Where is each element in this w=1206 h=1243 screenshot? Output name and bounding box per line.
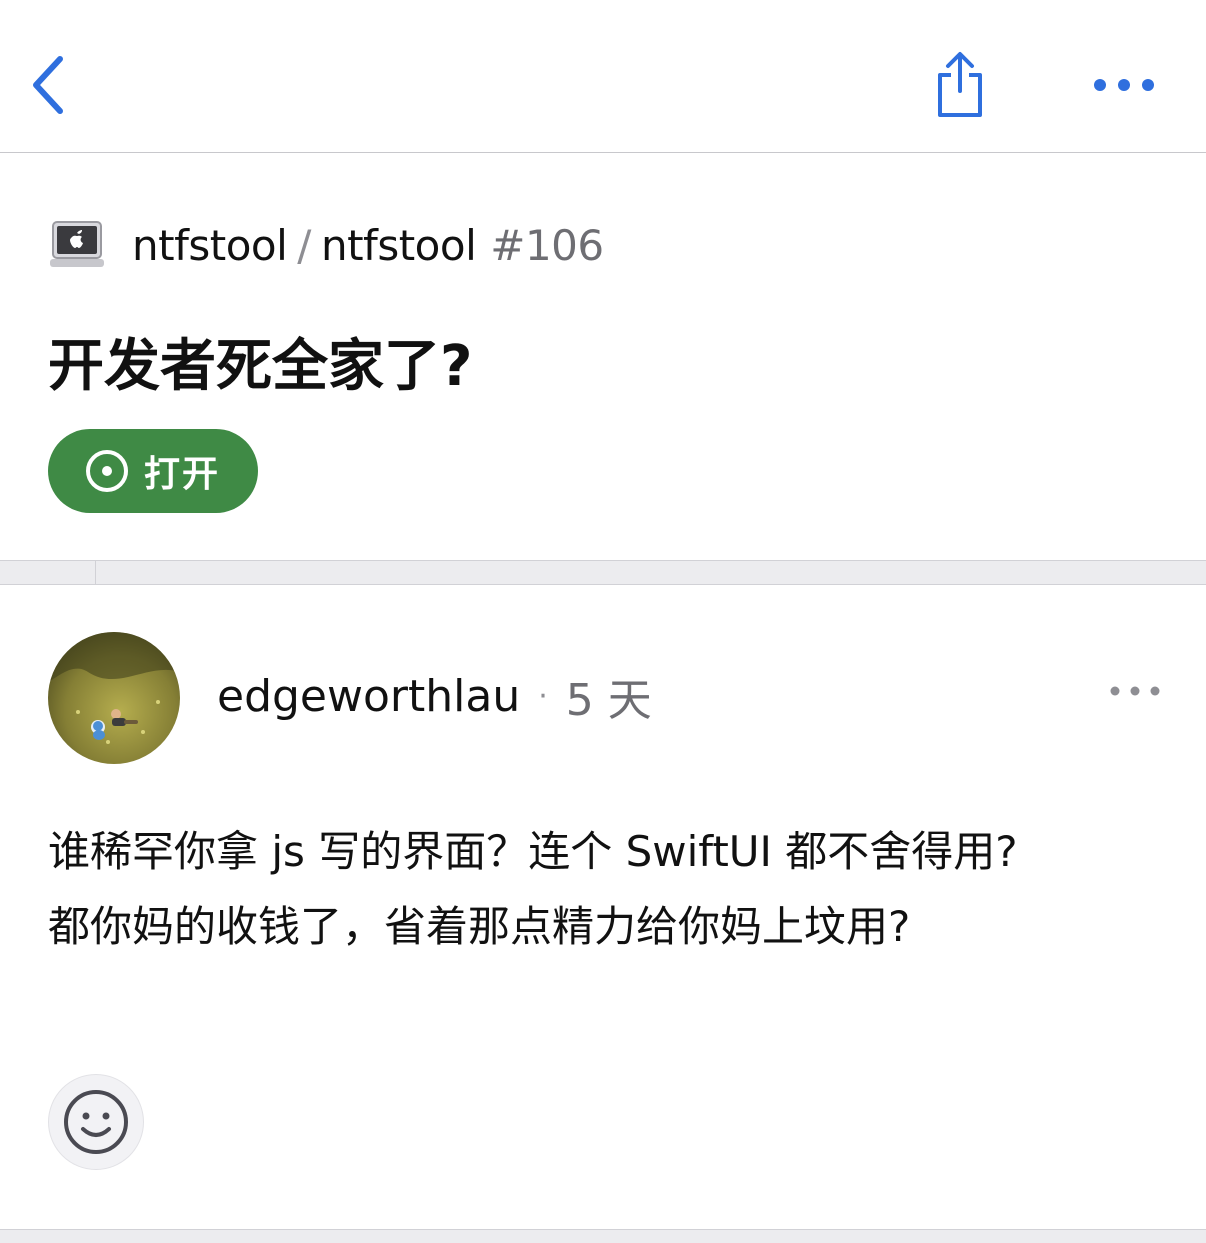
issue-title: 开发者死全家了? [48, 334, 473, 399]
macbook-apple-icon [48, 216, 106, 274]
comment-line: 谁稀罕你拿 js 写的界面？连个 SwiftUI 都不舍得用? [48, 827, 1018, 876]
repo-name[interactable]: ntfstool [321, 221, 477, 270]
chevron-left-icon [33, 56, 63, 114]
comment-author[interactable]: edgeworthlau [217, 671, 520, 722]
repo-separator: / [297, 220, 311, 270]
comment-body: 谁稀罕你拿 js 写的界面？连个 SwiftUI 都不舍得用? 都你妈的收钱了，… [48, 814, 1138, 964]
comment-author-avatar[interactable] [48, 632, 180, 764]
meta-separator: · [538, 678, 548, 714]
comment: edgeworthlau · 5 天 谁稀罕你拿 js 写的界面？连个 Swif… [0, 586, 1206, 1229]
comment-line: 都你妈的收钱了，省着那点精力给你妈上坟用? [48, 902, 911, 951]
navigation-bar [0, 0, 1206, 153]
issue-header: ntfstool / ntfstool #106 开发者死全家了? 打开 [0, 153, 1206, 560]
more-options-button[interactable] [1082, 60, 1166, 110]
ellipsis-icon [1110, 686, 1160, 696]
comment-meta: edgeworthlau · 5 天 [217, 666, 652, 727]
section-divider [0, 560, 1206, 585]
issue-number: #106 [490, 220, 604, 270]
repo-avatar [48, 216, 106, 274]
add-reaction-button[interactable] [48, 1074, 144, 1170]
repo-owner[interactable]: ntfstool [132, 221, 288, 270]
smiley-icon [64, 1090, 128, 1154]
share-icon [938, 52, 982, 117]
ellipsis-icon [1094, 79, 1154, 91]
share-button[interactable] [926, 46, 994, 122]
divider-tick [95, 561, 96, 585]
comment-more-button[interactable] [1100, 676, 1170, 706]
issue-state-label: 打开 [144, 454, 221, 495]
avatar-image [48, 632, 180, 764]
repository-row[interactable]: ntfstool / ntfstool #106 [48, 213, 604, 277]
back-button[interactable] [18, 50, 78, 120]
bottom-divider [0, 1229, 1206, 1243]
issue-open-icon [86, 450, 128, 492]
issue-state-badge: 打开 [48, 429, 258, 513]
comment-timestamp: 5 天 [565, 675, 652, 726]
